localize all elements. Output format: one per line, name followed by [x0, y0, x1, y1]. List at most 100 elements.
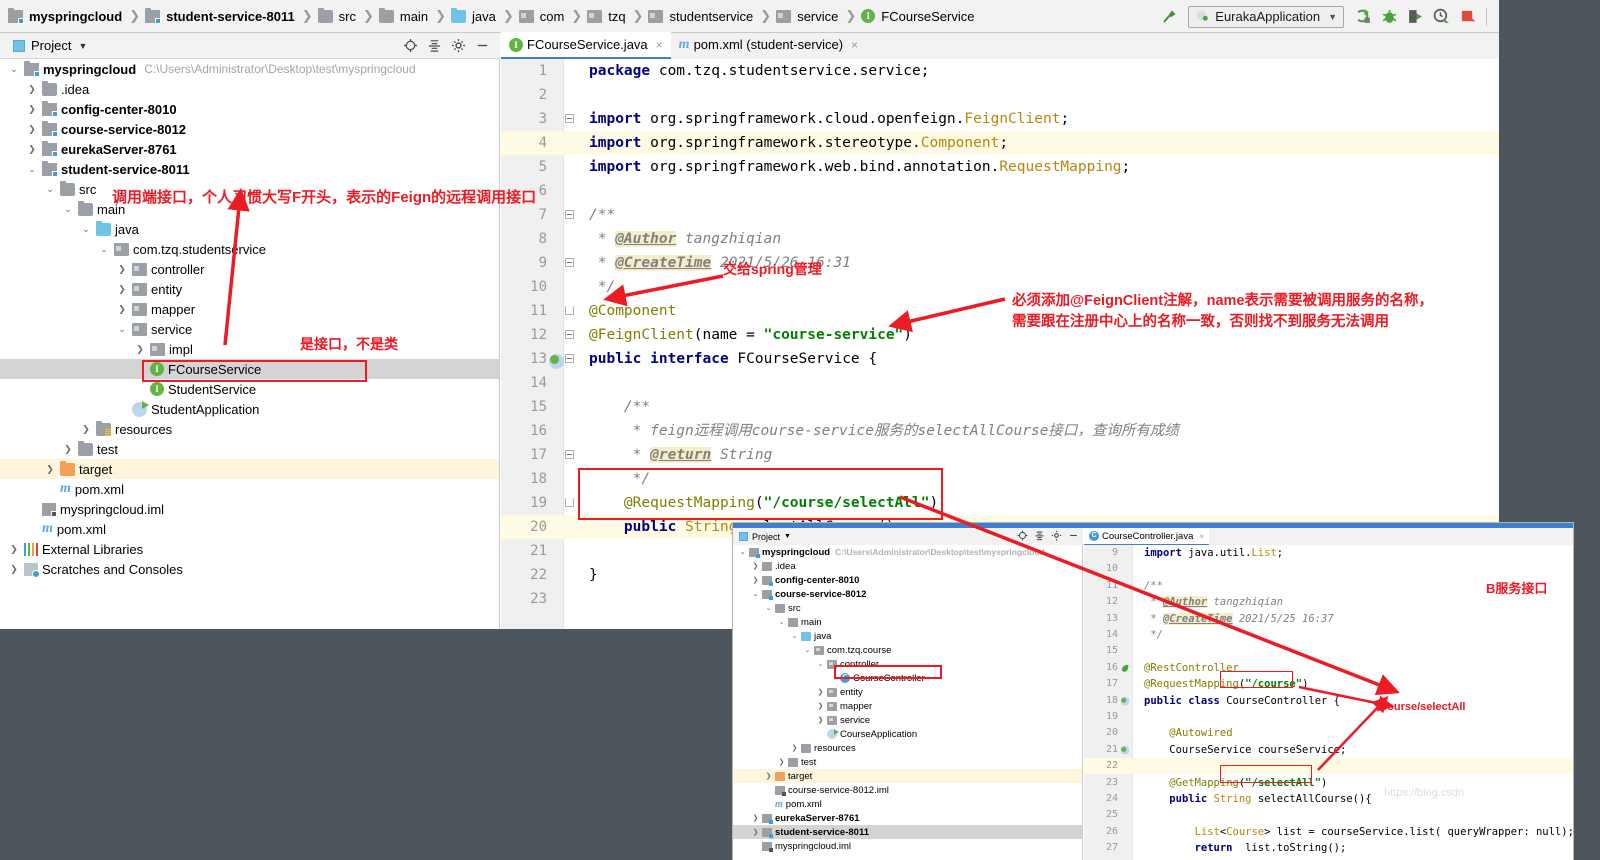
chevron-right-icon[interactable]: ❯	[751, 576, 760, 584]
chevron-down-icon[interactable]: ⌄	[790, 632, 799, 640]
tab-coursecontroller-java[interactable]: C CourseController.java ×	[1084, 528, 1210, 545]
chevron-right-icon[interactable]: ❯	[8, 544, 20, 555]
tab-fcourseservice-java[interactable]: I FCourseService.java ×	[501, 32, 671, 59]
tree-item-java[interactable]: ⌄ java	[0, 219, 499, 239]
inner-code-line[interactable]: 23 @GetMapping("/selectAll")	[1084, 775, 1573, 791]
chevron-right-icon[interactable]: ❯	[751, 814, 760, 822]
breadcrumb-item-myspringcloud[interactable]: myspringcloud	[6, 7, 126, 24]
chevron-right-icon[interactable]: ❯	[62, 444, 74, 455]
close-icon[interactable]: ×	[656, 38, 663, 52]
tree-item-entity[interactable]: ❯ entity	[0, 279, 499, 299]
tree-item-scratches-and-consoles[interactable]: ❯ Scratches and Consoles	[0, 559, 499, 579]
profiler-icon[interactable]	[1428, 5, 1454, 29]
chevron-down-icon[interactable]: ⌄	[751, 590, 760, 598]
build-hammer-icon[interactable]	[1156, 5, 1182, 29]
chevron-right-icon[interactable]: ❯	[26, 84, 38, 95]
tree-item-studentapplication[interactable]: StudentApplication	[0, 399, 499, 419]
chevron-right-icon[interactable]: ❯	[44, 464, 56, 475]
inner-code-line[interactable]: 21 CourseService courseService;	[1084, 742, 1573, 758]
chevron-down-icon[interactable]: ⌄	[777, 618, 786, 626]
inner-code-line[interactable]: 18 public class CourseController {	[1084, 693, 1573, 709]
code-line[interactable]: 3 import org.springframework.cloud.openfe…	[501, 107, 1499, 131]
chevron-down-icon[interactable]: ⌄	[62, 204, 74, 215]
fold-marker-icon[interactable]	[565, 330, 574, 339]
inner-tree-item-target[interactable]: ❯ target	[733, 769, 1082, 783]
inner-tree-item-myspringcloud[interactable]: ⌄ myspringcloud C:\Users\Administrator\Des…	[733, 545, 1082, 559]
tree-item-student-service-8011[interactable]: ⌄ student-service-8011	[0, 159, 499, 179]
run-icon[interactable]	[1350, 5, 1376, 29]
breadcrumb-item-com[interactable]: com	[517, 9, 569, 24]
inner-tree-item--idea[interactable]: ❯ .idea	[733, 559, 1082, 573]
inner-tree-item-service[interactable]: ❯ service	[733, 713, 1082, 727]
breadcrumb-item-studentservice[interactable]: studentservice	[646, 9, 757, 24]
locate-icon[interactable]	[398, 35, 422, 57]
fold-marker-icon[interactable]	[565, 354, 574, 363]
hide-panel-icon[interactable]	[470, 35, 494, 57]
inner-tree-item-mapper[interactable]: ❯ mapper	[733, 699, 1082, 713]
inner-tree-item-com-tzq-course[interactable]: ⌄ com.tzq.course	[733, 643, 1082, 657]
inner-tree-item-src[interactable]: ⌄ src	[733, 601, 1082, 615]
inner-tree-item-entity[interactable]: ❯ entity	[733, 685, 1082, 699]
chevron-right-icon[interactable]: ❯	[816, 716, 825, 724]
inner-code-line[interactable]: 19	[1084, 709, 1573, 725]
inner-tree-item-eurekaserver-8761[interactable]: ❯ eurekaServer-8761	[733, 811, 1082, 825]
fold-marker-icon[interactable]	[565, 450, 574, 459]
tree-item-mapper[interactable]: ❯ mapper	[0, 299, 499, 319]
tree-item-impl[interactable]: ❯ impl	[0, 339, 499, 359]
chevron-down-icon[interactable]: ⌄	[764, 604, 773, 612]
spring-bean-gutter-icon[interactable]	[549, 354, 564, 372]
fold-marker-icon[interactable]	[565, 114, 574, 123]
inner-code-line[interactable]: 20 @Autowired	[1084, 725, 1573, 741]
spring-bean-gutter-icon[interactable]	[1120, 696, 1130, 708]
inner-code-line[interactable]: 22	[1084, 758, 1573, 774]
chevron-right-icon[interactable]: ❯	[134, 344, 146, 355]
spring-leaf-gutter-icon[interactable]	[1120, 663, 1130, 675]
breadcrumb-item-service[interactable]: service	[774, 9, 842, 24]
run-configuration-selector[interactable]: EurakaApplication ▼	[1188, 5, 1344, 28]
chevron-right-icon[interactable]: ❯	[116, 284, 128, 295]
chevron-down-icon[interactable]: ⌄	[26, 164, 38, 175]
code-line[interactable]: 2	[501, 83, 1499, 107]
breadcrumb-item-main[interactable]: main	[377, 7, 432, 24]
code-line[interactable]: 15 /**	[501, 395, 1499, 419]
inner-tree-item-student-service-8011[interactable]: ❯ student-service-8011	[733, 825, 1082, 839]
spring-bean-gutter-icon[interactable]	[1120, 745, 1130, 757]
inner-tree-item-test[interactable]: ❯ test	[733, 755, 1082, 769]
code-line[interactable]: 8 * @Author tangzhiqian	[501, 227, 1499, 251]
run-with-coverage-icon[interactable]	[1402, 5, 1428, 29]
chevron-right-icon[interactable]: ❯	[8, 564, 20, 575]
breadcrumb-item-tzq[interactable]: tzq	[585, 9, 629, 24]
code-line[interactable]: 9 * @CreateTime 2021/5/26 16:31	[501, 251, 1499, 275]
inner-project-tree[interactable]: ⌄ myspringcloud C:\Users\Administrator\Des…	[733, 545, 1083, 860]
inner-tree-item-course-service-8012[interactable]: ⌄ course-service-8012	[733, 587, 1082, 601]
settings-gear-icon[interactable]	[1051, 530, 1062, 543]
chevron-down-icon[interactable]: ⌄	[816, 660, 825, 668]
settings-gear-icon[interactable]	[446, 35, 470, 57]
inner-tree-item-config-center-8010[interactable]: ❯ config-center-8010	[733, 573, 1082, 587]
tab-pom-xml[interactable]: m pom.xml (student-service) ×	[671, 32, 866, 59]
inner-code-line[interactable]: 14 */	[1084, 627, 1573, 643]
chevron-down-icon[interactable]: ▼	[1320, 12, 1337, 22]
inner-code-line[interactable]: 26 List<Course> list = courseService.lis…	[1084, 824, 1573, 840]
inner-tree-item-course-service-8012-iml[interactable]: course-service-8012.iml	[733, 783, 1082, 797]
inner-tree-item-courseapplication[interactable]: CourseApplication	[733, 727, 1082, 741]
chevron-down-icon[interactable]: ⌄	[8, 64, 20, 75]
inner-code-line[interactable]: 13 * @CreateTime 2021/5/25 16:37	[1084, 611, 1573, 627]
tree-item-test[interactable]: ❯ test	[0, 439, 499, 459]
tree-item-course-service-8012[interactable]: ❯ course-service-8012	[0, 119, 499, 139]
chevron-right-icon[interactable]: ❯	[751, 828, 760, 836]
code-line[interactable]: 4 import org.springframework.stereotype.C…	[501, 131, 1499, 155]
inner-code-line[interactable]: 16 @RestController	[1084, 660, 1573, 676]
chevron-down-icon[interactable]: ⌄	[803, 646, 812, 654]
code-line[interactable]: 7/**	[501, 203, 1499, 227]
tree-item-eurekaserver-8761[interactable]: ❯ eurekaServer-8761	[0, 139, 499, 159]
chevron-down-icon[interactable]: ⌄	[98, 244, 110, 255]
locate-icon[interactable]	[1017, 530, 1028, 543]
collapse-all-icon[interactable]	[422, 35, 446, 57]
tree-item-external-libraries[interactable]: ❯ External Libraries	[0, 539, 499, 559]
code-line[interactable]: 1 package com.tzq.studentservice.service;	[501, 59, 1499, 83]
chevron-down-icon[interactable]: ⌄	[116, 324, 128, 335]
inner-tree-item-pom-xml[interactable]: m pom.xml	[733, 797, 1082, 811]
chevron-right-icon[interactable]: ❯	[80, 424, 92, 435]
tree-item-resources[interactable]: ❯ resources	[0, 419, 499, 439]
